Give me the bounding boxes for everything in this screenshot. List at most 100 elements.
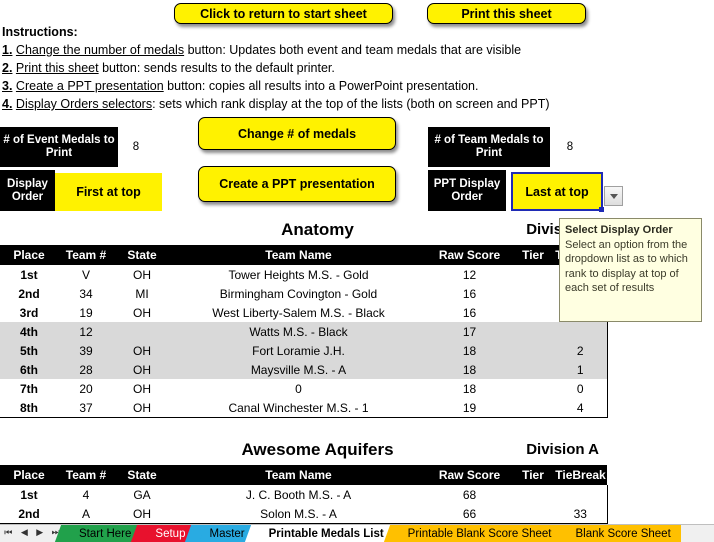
cell-raw-score[interactable]: 12 — [427, 265, 512, 284]
cell-state[interactable]: OH — [114, 303, 170, 322]
sheet-tab-blank-score-sheet[interactable]: Blank Score Sheet — [561, 525, 681, 542]
cell-team-name[interactable]: 0 — [170, 379, 427, 398]
column-header-team-num[interactable]: Team # — [58, 465, 114, 485]
cell-state[interactable] — [114, 322, 170, 341]
cell-tier[interactable] — [512, 360, 554, 379]
cell-raw-score[interactable]: 18 — [427, 379, 512, 398]
display-order-selector[interactable]: First at top — [55, 173, 162, 211]
column-header-state[interactable]: State — [114, 245, 170, 265]
cell-tiebreak[interactable] — [554, 485, 608, 504]
cell-team-name[interactable]: Canal Winchester M.S. - 1 — [170, 398, 427, 418]
cell-tier[interactable] — [512, 398, 554, 418]
table-row[interactable]: 1st 4 GA J. C. Booth M.S. - A 68 — [0, 485, 608, 504]
column-header-raw-score[interactable]: Raw Score — [427, 465, 512, 485]
create-ppt-presentation-button[interactable]: Create a PPT presentation — [198, 166, 396, 202]
cell-tiebreak[interactable]: 0 — [554, 379, 608, 398]
cell-raw-score[interactable]: 18 — [427, 341, 512, 360]
cell-team-number[interactable]: 34 — [58, 284, 114, 303]
cell-team-number[interactable]: V — [58, 265, 114, 284]
column-header-place[interactable]: Place — [0, 465, 58, 485]
column-header-team-name[interactable]: Team Name — [170, 465, 427, 485]
ppt-display-order-dropdown-button[interactable] — [604, 186, 623, 206]
table-row[interactable]: 4th 12 Watts M.S. - Black 17 — [0, 322, 608, 341]
sheet-tab-printable-medals-list[interactable]: Printable Medals List — [254, 525, 394, 542]
cell-raw-score[interactable]: 68 — [427, 485, 512, 504]
column-header-tier[interactable]: Tier — [512, 245, 554, 265]
cell-team-name[interactable]: Maysville M.S. - A — [170, 360, 427, 379]
cell-place[interactable]: 1st — [0, 265, 58, 284]
cell-place[interactable]: 1st — [0, 485, 58, 504]
print-this-sheet-button[interactable]: Print this sheet — [427, 3, 586, 24]
ppt-display-order-selector[interactable]: Last at top — [511, 172, 604, 212]
cell-team-name[interactable]: Tower Heights M.S. - Gold — [170, 265, 427, 284]
cell-tiebreak[interactable] — [554, 322, 608, 341]
return-to-start-sheet-button[interactable]: Click to return to start sheet — [174, 3, 393, 24]
cell-team-number[interactable]: 19 — [58, 303, 114, 322]
next-sheet-icon[interactable]: ▶ — [36, 529, 43, 538]
cell-team-number[interactable]: 39 — [58, 341, 114, 360]
table-row[interactable]: 6th 28 OH Maysville M.S. - A 18 1 — [0, 360, 608, 379]
cell-team-name[interactable]: J. C. Booth M.S. - A — [170, 485, 427, 504]
cell-place[interactable]: 4th — [0, 322, 58, 341]
column-header-tier[interactable]: Tier — [512, 465, 554, 485]
cell-place[interactable]: 6th — [0, 360, 58, 379]
table-row[interactable]: 5th 39 OH Fort Loramie J.H. 18 2 — [0, 341, 608, 360]
column-header-team-name[interactable]: Team Name — [170, 245, 427, 265]
cell-raw-score[interactable]: 66 — [427, 504, 512, 524]
column-header-team-num[interactable]: Team # — [58, 245, 114, 265]
table-row[interactable]: 7th 20 OH 0 18 0 — [0, 379, 608, 398]
cell-tier[interactable] — [512, 303, 554, 322]
table-row[interactable]: 8th 37 OH Canal Winchester M.S. - 1 19 4 — [0, 398, 608, 418]
cell-team-number[interactable]: 20 — [58, 379, 114, 398]
cell-tier[interactable] — [512, 485, 554, 504]
cell-tier[interactable] — [512, 284, 554, 303]
cell-state[interactable]: OH — [114, 398, 170, 418]
cell-state[interactable]: OH — [114, 379, 170, 398]
sheet-tab-printable-blank-score-sheet[interactable]: Printable Blank Score Sheet — [393, 525, 562, 542]
table-row[interactable]: 2nd A OH Solon M.S. - A 66 33 — [0, 504, 608, 524]
column-header-tiebreak[interactable]: TieBreak — [554, 465, 607, 485]
cell-state[interactable]: GA — [114, 485, 170, 504]
cell-tiebreak[interactable]: 2 — [554, 341, 608, 360]
cell-tier[interactable] — [512, 341, 554, 360]
table-row[interactable]: 3rd 19 OH West Liberty-Salem M.S. - Black 16 — [0, 303, 608, 322]
column-header-place[interactable]: Place — [0, 245, 58, 265]
cell-team-name[interactable]: Fort Loramie J.H. — [170, 341, 427, 360]
cell-state[interactable]: MI — [114, 284, 170, 303]
cell-tiebreak[interactable]: 1 — [554, 360, 608, 379]
cell-team-number[interactable]: 37 — [58, 398, 114, 418]
cell-place[interactable]: 7th — [0, 379, 58, 398]
table-row[interactable]: 1st V OH Tower Heights M.S. - Gold 12 — [0, 265, 608, 284]
cell-team-number[interactable]: 12 — [58, 322, 114, 341]
cell-raw-score[interactable]: 16 — [427, 284, 512, 303]
change-number-of-medals-button[interactable]: Change # of medals — [198, 117, 396, 150]
event-medals-value[interactable]: 8 — [118, 141, 154, 153]
cell-team-name[interactable]: Watts M.S. - Black — [170, 322, 427, 341]
column-header-state[interactable]: State — [114, 465, 170, 485]
cell-raw-score[interactable]: 17 — [427, 322, 512, 341]
cell-place[interactable]: 5th — [0, 341, 58, 360]
table-row[interactable]: 2nd 34 MI Birmingham Covington - Gold 16 — [0, 284, 608, 303]
previous-sheet-icon[interactable]: ◀ — [21, 529, 28, 538]
cell-place[interactable]: 2nd — [0, 504, 58, 524]
cell-state[interactable]: OH — [114, 341, 170, 360]
cell-team-name[interactable]: Birmingham Covington - Gold — [170, 284, 427, 303]
cell-tiebreak[interactable]: 33 — [554, 504, 608, 524]
cell-team-name[interactable]: Solon M.S. - A — [170, 504, 427, 524]
cell-tier[interactable] — [512, 265, 554, 284]
cell-tier[interactable] — [512, 504, 554, 524]
cell-team-number[interactable]: A — [58, 504, 114, 524]
cell-tier[interactable] — [512, 322, 554, 341]
cell-raw-score[interactable]: 16 — [427, 303, 512, 322]
cell-team-number[interactable]: 4 — [58, 485, 114, 504]
team-medals-value[interactable]: 8 — [552, 141, 588, 153]
cell-raw-score[interactable]: 18 — [427, 360, 512, 379]
selection-fill-handle[interactable] — [599, 207, 604, 212]
cell-tier[interactable] — [512, 379, 554, 398]
cell-state[interactable]: OH — [114, 265, 170, 284]
column-header-raw-score[interactable]: Raw Score — [427, 245, 512, 265]
cell-state[interactable]: OH — [114, 360, 170, 379]
cell-raw-score[interactable]: 19 — [427, 398, 512, 418]
sheet-tab-start-here[interactable]: Start Here — [65, 525, 142, 542]
first-sheet-icon[interactable]: ⏮ — [4, 529, 12, 538]
